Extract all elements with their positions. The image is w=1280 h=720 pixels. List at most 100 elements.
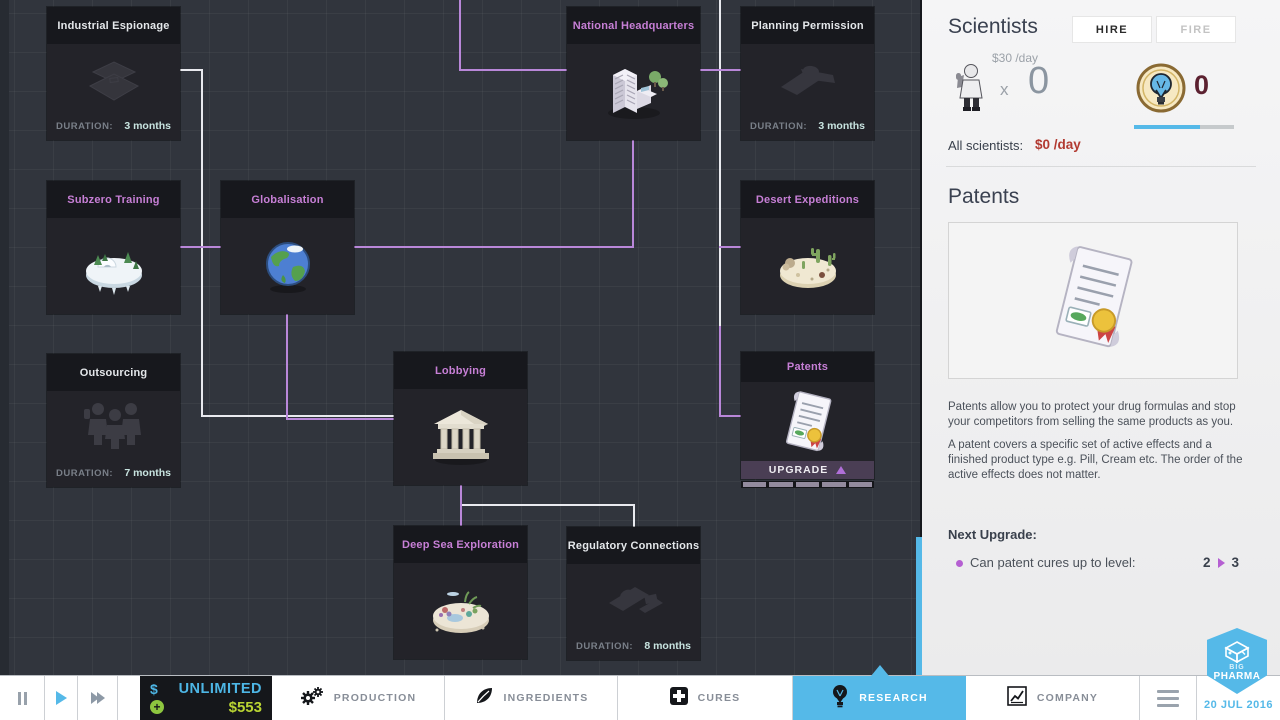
- fire-button[interactable]: FIRE: [1156, 16, 1236, 43]
- node-title: Desert Expeditions: [741, 181, 874, 218]
- duration-row: DURATION: 7 months: [47, 459, 180, 487]
- duration-row: DURATION: 3 months: [741, 112, 874, 140]
- tab-label: COMPANY: [1036, 692, 1099, 704]
- duration-label: DURATION:: [56, 120, 114, 132]
- upgrade-levels: 2 3: [1203, 555, 1239, 570]
- level-arrow-icon: [1217, 557, 1225, 568]
- research-node-planning-permission[interactable]: Planning Permission DURATION: 3 months: [741, 7, 874, 140]
- tab-label: RESEARCH: [859, 692, 928, 704]
- chart-icon: [1007, 685, 1027, 711]
- research-node-outsourcing[interactable]: Outsourcing DURATION: 7 months: [47, 354, 180, 487]
- section-divider: [946, 166, 1256, 167]
- globe-icon: [221, 218, 354, 314]
- tab-cures[interactable]: CURES: [618, 676, 793, 720]
- research-node-globalisation[interactable]: Globalisation: [221, 181, 354, 314]
- reef-island-icon: [394, 563, 527, 659]
- research-node-lobbying[interactable]: Lobbying: [394, 352, 527, 485]
- research-node-subzero-training[interactable]: Subzero Training: [47, 181, 180, 314]
- hire-button[interactable]: HIRE: [1072, 16, 1152, 43]
- tab-label: PRODUCTION: [333, 692, 417, 704]
- play-icon: [55, 691, 67, 705]
- duration-value: 7 months: [124, 467, 171, 479]
- lightbulb-icon: [831, 684, 849, 713]
- node-title: Globalisation: [221, 181, 354, 218]
- patent-icon: [741, 382, 874, 461]
- connector-line: [719, 0, 721, 326]
- bullet-icon: [956, 560, 963, 567]
- stamps-icon: [567, 564, 700, 632]
- connector-line: [719, 415, 741, 417]
- pause-icon: [17, 691, 27, 705]
- dollar-icon: $: [150, 680, 158, 697]
- bottom-bar: $ UNLIMITED + $553 PRODUCTION INGREDIENT…: [0, 665, 1280, 720]
- next-upgrade-heading: Next Upgrade:: [948, 527, 1037, 542]
- scientist-icon: [954, 63, 986, 118]
- connector-line: [286, 314, 288, 420]
- connector-line: [286, 418, 394, 420]
- money-display: $ UNLIMITED + $553: [140, 676, 272, 720]
- tab-company[interactable]: COMPANY: [966, 676, 1140, 720]
- patents-heading: Patents: [948, 185, 1020, 208]
- menu-button[interactable]: [1140, 676, 1197, 720]
- research-node-desert-expeditions[interactable]: Desert Expeditions: [741, 181, 874, 314]
- level-from: 2: [1203, 555, 1211, 570]
- level-to: 3: [1231, 555, 1240, 570]
- next-upgrade-item: Can patent cures up to level:: [970, 555, 1136, 570]
- connector-line: [460, 504, 635, 506]
- tab-research[interactable]: RESEARCH: [793, 676, 966, 720]
- scientist-count: 0: [1028, 60, 1050, 102]
- knowledge-count: 0: [1194, 70, 1210, 100]
- money-unlimited: UNLIMITED: [178, 680, 262, 697]
- research-node-deep-sea-exploration[interactable]: Deep Sea Exploration: [394, 526, 527, 659]
- scientists-heading: Scientists: [948, 15, 1038, 38]
- research-node-national-headquarters[interactable]: National Headquarters: [567, 7, 700, 140]
- connector-line: [201, 69, 203, 417]
- node-title: Lobbying: [394, 352, 527, 389]
- patents-description-1: Patents allow you to protect your drug f…: [948, 401, 1236, 429]
- duration-label: DURATION:: [56, 467, 114, 479]
- research-node-regulatory-connections[interactable]: Regulatory Connections DURATION: 8 month…: [567, 527, 700, 660]
- node-title: Patents: [741, 352, 874, 382]
- fast-forward-button[interactable]: [78, 676, 118, 720]
- tab-label: CURES: [697, 692, 741, 704]
- duration-value: 3 months: [124, 120, 171, 132]
- logo-cube-icon: [1224, 640, 1250, 663]
- play-button[interactable]: [45, 676, 78, 720]
- briefcase-icon: [47, 44, 180, 112]
- upgrade-button[interactable]: UPGRADE: [741, 461, 874, 479]
- connector-line: [719, 326, 721, 417]
- patents-upgrade-progress: [741, 481, 874, 488]
- tab-production[interactable]: PRODUCTION: [272, 676, 445, 720]
- buildings-icon: [567, 44, 700, 140]
- upgrade-arrow-icon: [836, 466, 847, 474]
- desert-island-icon: [741, 218, 874, 314]
- bar-spacer: [118, 676, 140, 720]
- connector-line: [633, 504, 635, 529]
- active-tab-notch: [871, 665, 889, 676]
- pause-button[interactable]: [0, 676, 45, 720]
- panel-scrollbar[interactable]: [916, 537, 922, 675]
- tree-left-edge: [0, 0, 9, 675]
- all-scientists-label: All scientists:: [948, 138, 1024, 153]
- node-title: National Headquarters: [567, 7, 700, 44]
- connector-line: [459, 69, 567, 71]
- research-tree-canvas[interactable]: Industrial Espionage DURATION: 3 months …: [0, 0, 920, 675]
- connector-line: [700, 69, 741, 71]
- workers-icon: [47, 391, 180, 459]
- connector-line: [719, 246, 741, 248]
- research-side-panel: Scientists HIRE FIRE $30 /day x 0 0 All …: [922, 0, 1280, 675]
- big-pharma-research-screen: Industrial Espionage DURATION: 3 months …: [0, 0, 1280, 720]
- tab-ingredients[interactable]: INGREDIENTS: [445, 676, 618, 720]
- connector-line: [632, 140, 634, 248]
- money-balance: $553: [228, 698, 262, 716]
- game-date: 20 JUL 2016: [1204, 699, 1273, 711]
- node-title: Outsourcing: [47, 354, 180, 391]
- research-node-patents[interactable]: Patents UPGRADE: [741, 352, 874, 479]
- duration-label: DURATION:: [576, 640, 634, 652]
- research-node-industrial-espionage[interactable]: Industrial Espionage DURATION: 3 months: [47, 7, 180, 140]
- plus-cross-icon: [669, 686, 688, 710]
- patent-large-icon: [1045, 242, 1141, 359]
- patent-illustration-frame: [948, 222, 1238, 379]
- temple-icon: [394, 389, 527, 485]
- duration-value: 8 months: [644, 640, 691, 652]
